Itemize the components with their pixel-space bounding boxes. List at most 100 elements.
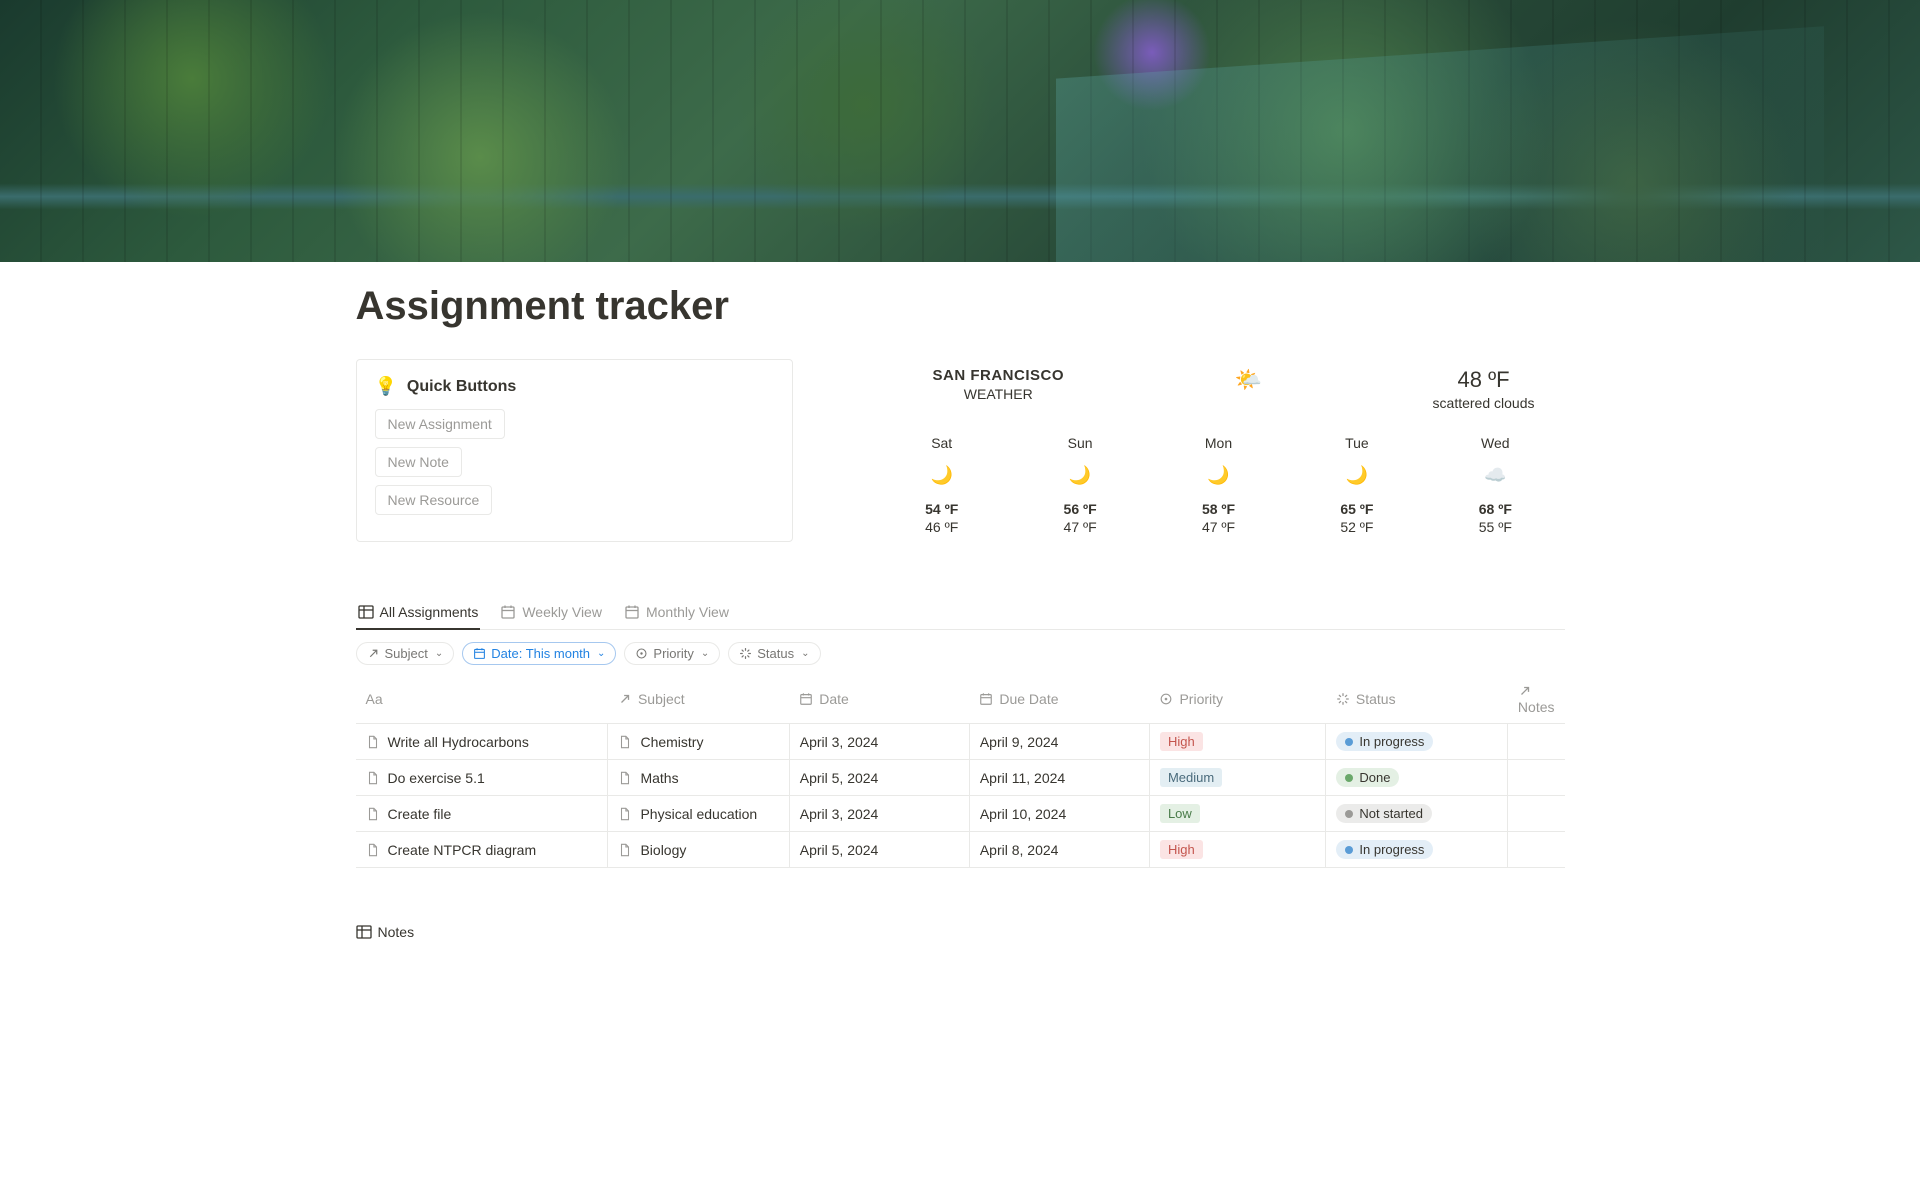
cell-date[interactable]: April 3, 2024 <box>789 796 969 832</box>
tab-weekly-view[interactable]: Weekly View <box>498 598 604 630</box>
cell-date[interactable]: April 5, 2024 <box>789 832 969 868</box>
chevron-down-icon: ⌄ <box>801 648 809 659</box>
row-name: Write all Hydrocarbons <box>388 734 529 750</box>
table-row[interactable]: Write all Hydrocarbons Chemistry April 3… <box>356 724 1565 760</box>
row-due: April 8, 2024 <box>980 842 1059 858</box>
cell-notes[interactable] <box>1508 796 1565 832</box>
cell-due[interactable]: April 9, 2024 <box>969 724 1149 760</box>
row-date: April 3, 2024 <box>800 806 879 822</box>
calendar-icon <box>473 647 486 660</box>
calendar-icon <box>624 604 640 620</box>
calendar-icon <box>979 692 993 706</box>
row-subject: Chemistry <box>640 734 703 750</box>
page-icon <box>618 843 632 857</box>
cell-status[interactable]: In progress <box>1326 724 1508 760</box>
table-row[interactable]: Create NTPCR diagram Biology April 5, 20… <box>356 832 1565 868</box>
cell-name[interactable]: Do exercise 5.1 <box>356 760 608 796</box>
chevron-down-icon: ⌄ <box>701 648 709 659</box>
cell-priority[interactable]: Medium <box>1149 760 1325 796</box>
new-resource-button[interactable]: New Resource <box>375 485 493 515</box>
forecast-high: 56 ºF <box>1011 501 1149 517</box>
notes-section-label: Notes <box>378 924 415 940</box>
cell-notes[interactable] <box>1508 760 1565 796</box>
row-due: April 9, 2024 <box>980 734 1059 750</box>
forecast-high: 58 ºF <box>1149 501 1287 517</box>
cell-due[interactable]: April 11, 2024 <box>969 760 1149 796</box>
cell-priority[interactable]: High <box>1149 724 1325 760</box>
arrow-icon <box>367 647 380 660</box>
cell-name[interactable]: Write all Hydrocarbons <box>356 724 608 760</box>
table-row[interactable]: Do exercise 5.1 Maths April 5, 2024 Apri… <box>356 760 1565 796</box>
cell-status[interactable]: Not started <box>1326 796 1508 832</box>
status-pill: In progress <box>1336 840 1433 859</box>
forecast-day: Sat 🌙 54 ºF 46 ºF <box>873 435 1011 535</box>
row-date: April 5, 2024 <box>800 842 879 858</box>
weather-widget: SAN FRANCISCO WEATHER 🌤️ 48 ºF scattered… <box>833 359 1565 535</box>
tab-label: Monthly View <box>646 604 729 620</box>
column-header-status[interactable]: Status <box>1326 675 1508 724</box>
cloud-icon: ☁️ <box>1426 465 1564 489</box>
cell-due[interactable]: April 8, 2024 <box>969 832 1149 868</box>
row-due: April 10, 2024 <box>980 806 1066 822</box>
page-icon <box>618 807 632 821</box>
page-icon <box>618 771 632 785</box>
column-header-subject[interactable]: Subject <box>608 675 789 724</box>
assignments-table: Aa Subject DateDue Date Priority StatusNotes… <box>356 675 1565 868</box>
cell-status[interactable]: Done <box>1326 760 1508 796</box>
notes-section-header[interactable]: Notes <box>356 924 1565 940</box>
forecast-high: 68 ºF <box>1426 501 1564 517</box>
cell-name[interactable]: Create NTPCR diagram <box>356 832 608 868</box>
new-note-button[interactable]: New Note <box>375 447 462 477</box>
circle-icon <box>1159 692 1173 706</box>
weather-current-icon: 🌤️ <box>1235 367 1262 393</box>
page-icon <box>366 807 380 821</box>
column-header-notes[interactable]: Notes <box>1508 675 1565 724</box>
table-icon <box>356 924 372 940</box>
cell-priority[interactable]: Low <box>1149 796 1325 832</box>
cell-subject[interactable]: Biology <box>608 832 789 868</box>
cell-subject[interactable]: Chemistry <box>608 724 789 760</box>
cell-priority[interactable]: High <box>1149 832 1325 868</box>
cell-date[interactable]: April 3, 2024 <box>789 724 969 760</box>
new-assignment-button[interactable]: New Assignment <box>375 409 505 439</box>
row-name: Do exercise 5.1 <box>388 770 485 786</box>
forecast-high: 65 ºF <box>1288 501 1426 517</box>
filter-subject[interactable]: Subject⌄ <box>356 642 455 665</box>
cell-date[interactable]: April 5, 2024 <box>789 760 969 796</box>
forecast-day: Sun 🌙 56 ºF 47 ºF <box>1011 435 1149 535</box>
weather-sub: WEATHER <box>933 386 1065 402</box>
column-header-priority[interactable]: Priority <box>1149 675 1325 724</box>
column-label: Priority <box>1179 691 1223 707</box>
column-header-due-date[interactable]: Due Date <box>969 675 1149 724</box>
moon-icon: 🌙 <box>1149 465 1287 489</box>
bulb-icon: 💡 <box>375 376 397 397</box>
column-header-aa[interactable]: Aa <box>356 675 608 724</box>
spinner-icon <box>1336 692 1350 706</box>
column-label: Subject <box>638 691 685 707</box>
filter-label: Priority <box>653 646 693 661</box>
cell-due[interactable]: April 10, 2024 <box>969 796 1149 832</box>
forecast-day-name: Sat <box>873 435 1011 451</box>
priority-tag: High <box>1160 732 1203 751</box>
cell-notes[interactable] <box>1508 724 1565 760</box>
status-dot-icon <box>1345 738 1353 746</box>
filter-status[interactable]: Status⌄ <box>728 642 820 665</box>
moon-icon: 🌙 <box>873 465 1011 489</box>
calendar-icon <box>500 604 516 620</box>
filter-date[interactable]: Date: This month⌄ <box>462 642 616 665</box>
cell-notes[interactable] <box>1508 832 1565 868</box>
tab-monthly-view[interactable]: Monthly View <box>622 598 731 630</box>
arrow-icon <box>1518 684 1532 698</box>
status-dot-icon <box>1345 846 1353 854</box>
status-dot-icon <box>1345 774 1353 782</box>
cell-name[interactable]: Create file <box>356 796 608 832</box>
priority-tag: Medium <box>1160 768 1222 787</box>
filter-priority[interactable]: Priority ⌄ <box>624 642 720 665</box>
table-row[interactable]: Create file Physical education April 3, … <box>356 796 1565 832</box>
column-header-date[interactable]: Date <box>789 675 969 724</box>
cell-subject[interactable]: Physical education <box>608 796 789 832</box>
cell-subject[interactable]: Maths <box>608 760 789 796</box>
page-icon <box>366 735 380 749</box>
tab-all-assignments[interactable]: All Assignments <box>356 598 481 630</box>
cell-status[interactable]: In progress <box>1326 832 1508 868</box>
